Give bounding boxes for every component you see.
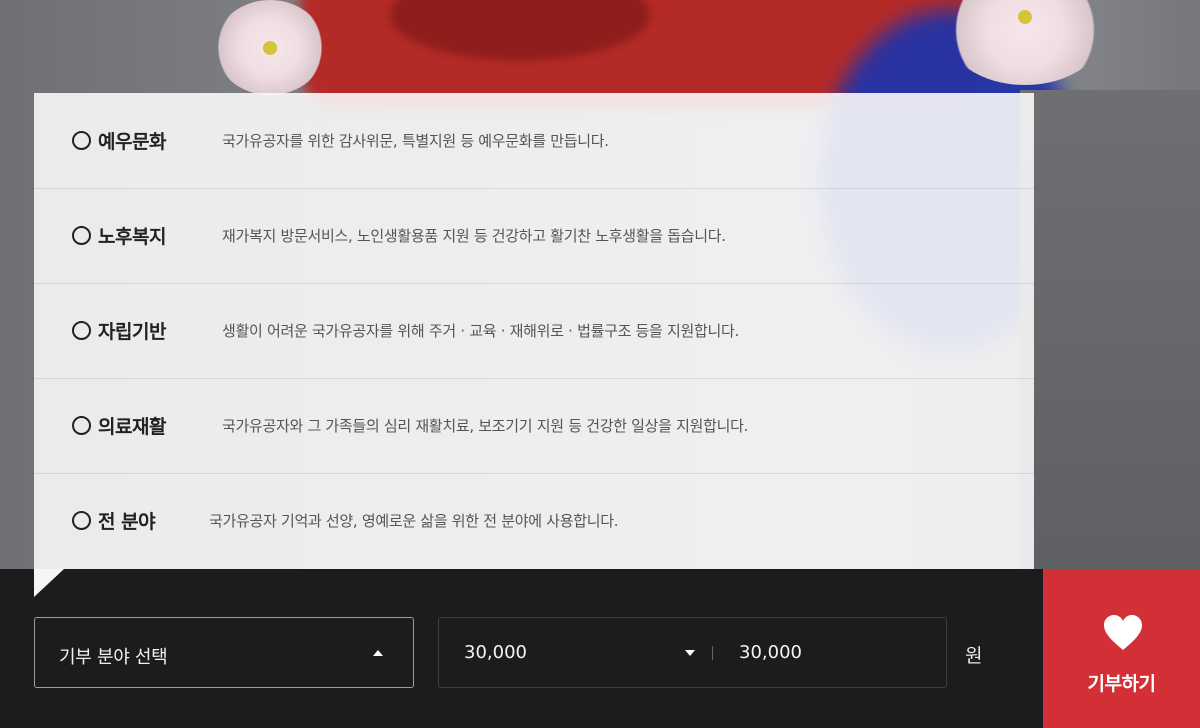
radio-empty-icon[interactable]: [72, 321, 91, 340]
radio-empty-icon[interactable]: [72, 131, 91, 150]
amount-input[interactable]: [739, 618, 939, 687]
category-description: 국가유공자를 위한 감사위문, 특별지원 등 예우문화를 만듭니다.: [222, 132, 609, 150]
category-description: 재가복지 방문서비스, 노인생활용품 지원 등 건강하고 활기찬 노후생활을 돕…: [222, 227, 726, 245]
category-option[interactable]: 예우문화 국가유공자를 위한 감사위문, 특별지원 등 예우문화를 만듭니다.: [34, 93, 1034, 189]
category-label: 노후복지: [98, 226, 166, 248]
category-select-label: 기부 분야 선택: [59, 647, 168, 668]
category-option[interactable]: 노후복지 재가복지 방문서비스, 노인생활용품 지원 등 건강하고 활기찬 노후…: [34, 188, 1034, 284]
category-option[interactable]: 전 분야 국가유공자 기억과 선양, 영예로운 삶을 위한 전 분야에 사용합니…: [34, 473, 1034, 568]
caret-down-icon: [685, 650, 695, 656]
category-label: 의료재활: [98, 416, 166, 438]
donate-label: 기부하기: [1087, 673, 1156, 695]
flower-decoration: [215, 0, 325, 95]
category-label: 자립기반: [98, 321, 166, 343]
amount-select-value: 30,000: [464, 642, 527, 663]
currency-unit: 원: [965, 645, 983, 667]
divider: [712, 646, 713, 660]
dropdown-pointer: [34, 569, 64, 597]
radio-empty-icon[interactable]: [72, 511, 91, 530]
donation-category-panel: 예우문화 국가유공자를 위한 감사위문, 특별지원 등 예우문화를 만듭니다. …: [34, 93, 1034, 569]
category-description: 국가유공자와 그 가족들의 심리 재활치료, 보조기기 지원 등 건강한 일상을…: [222, 417, 749, 435]
category-option[interactable]: 자립기반 생활이 어려운 국가유공자를 위해 주거 · 교육 · 재해위로 · …: [34, 283, 1034, 379]
category-label: 예우문화: [98, 131, 166, 153]
heart-icon: [1104, 615, 1142, 650]
radio-empty-icon[interactable]: [72, 416, 91, 435]
category-description: 국가유공자 기억과 선양, 영예로운 삶을 위한 전 분야에 사용합니다.: [209, 512, 619, 530]
amount-select[interactable]: 30,000: [439, 618, 709, 687]
category-option[interactable]: 의료재활 국가유공자와 그 가족들의 심리 재활치료, 보조기기 지원 등 건강…: [34, 378, 1034, 474]
category-label: 전 분야: [98, 511, 156, 533]
radio-empty-icon[interactable]: [72, 226, 91, 245]
category-select[interactable]: 기부 분야 선택: [34, 617, 414, 688]
category-description: 생활이 어려운 국가유공자를 위해 주거 · 교육 · 재해위로 · 법률구조 …: [222, 322, 739, 340]
amount-box: 30,000: [438, 617, 947, 688]
donate-button[interactable]: 기부하기: [1043, 569, 1200, 728]
caret-up-icon: [373, 650, 383, 656]
